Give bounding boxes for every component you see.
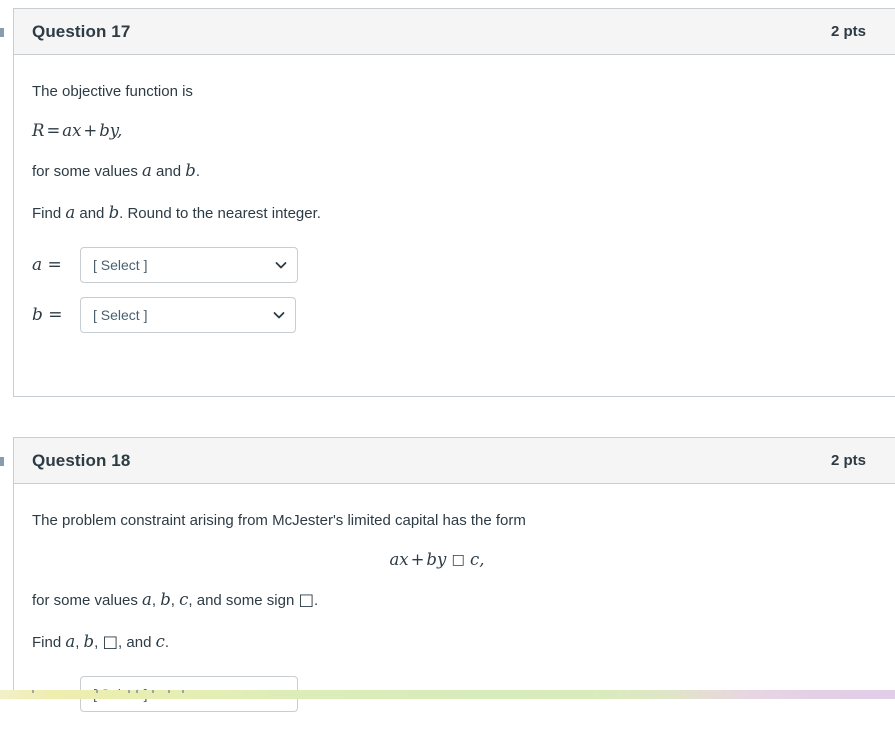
fsv-var-a: a: [142, 160, 152, 180]
question-header-18: Question 18 2 pts: [14, 438, 895, 484]
question-title: Question 17: [32, 21, 131, 41]
fsv-and: and: [151, 162, 186, 180]
find-sep-1: ,: [75, 633, 84, 651]
find-var-b: b: [108, 202, 120, 222]
answer-row-a: a = [ Select ]: [32, 246, 882, 283]
select-wrap-b[interactable]: [ Select ]: [80, 296, 296, 333]
formula-term-1: ax: [62, 120, 82, 140]
select-b[interactable]: [ Select ]: [80, 296, 296, 333]
for-some-values-text: for some values a, b, c, and some sign □…: [32, 588, 882, 612]
fsv-suffix: .: [314, 591, 319, 609]
fsv-sign-placeholder-box: □: [298, 589, 315, 609]
find-sign-placeholder-box: □: [102, 631, 119, 651]
answer-label-a: a =: [32, 255, 80, 275]
find-instruction-text: Find a and b. Round to the nearest integ…: [32, 201, 882, 225]
fsv-sep-2: ,: [170, 591, 180, 609]
formula-plus: +: [83, 120, 98, 140]
find-sep-3: , and: [118, 633, 156, 651]
bottom-bar-tick: [152, 690, 154, 693]
answer-label-b: b =: [32, 305, 80, 325]
find-prefix: Find: [32, 204, 66, 222]
fsv-var-c: c: [179, 589, 189, 609]
fsv-sep-1: ,: [151, 591, 161, 609]
question-card-17: Question 17 2 pts The objective function…: [13, 8, 895, 397]
question-intro-text: The problem constraint arising from McJe…: [32, 512, 526, 529]
formula-comma: ,: [116, 120, 123, 140]
answer-label-a-eq: =: [47, 254, 62, 275]
find-var-b: b: [83, 631, 95, 651]
question-points: 2 pts: [830, 23, 866, 40]
formula-term-1: ax: [389, 549, 409, 569]
answer-label-b-eq: =: [48, 304, 63, 325]
fsv-prefix: for some values: [32, 591, 143, 609]
fsv-var-b: b: [185, 160, 196, 180]
constraint-formula: ax + by □ c,: [32, 550, 882, 570]
select-a[interactable]: [ Select ]: [80, 246, 298, 283]
bottom-bar-tick: [32, 690, 34, 693]
find-var-c: c: [155, 631, 165, 651]
formula-term-3: c: [470, 549, 480, 569]
fsv-prefix: for some values: [32, 162, 143, 180]
find-var-a: a: [65, 202, 76, 222]
question-card-18: Question 18 2 pts The problem constraint…: [13, 437, 895, 712]
select-wrap-a[interactable]: [ Select ]: [80, 246, 298, 283]
question-body-17: The objective function is R = ax + by, for s…: [14, 55, 895, 363]
formula-lhs: R: [32, 120, 45, 140]
formula-sign-placeholder-box: □: [451, 551, 465, 568]
edge-marker-bottom: [0, 457, 4, 466]
formula-plus: +: [410, 549, 425, 569]
answer-label-a-var: a: [32, 254, 43, 275]
bottom-bar-tick: [182, 690, 184, 693]
bottom-bar-tick: [168, 690, 170, 693]
bottom-bar-tick: [96, 690, 98, 693]
fsv-var-a: a: [142, 589, 152, 609]
formula-term-2: by: [426, 549, 447, 569]
question-points: 2 pts: [830, 452, 866, 469]
bottom-gradient-bar: [0, 690, 895, 699]
find-prefix: Find: [32, 633, 66, 651]
answer-row-b: b = [ Select ]: [32, 296, 882, 333]
edge-marker-top: [0, 28, 4, 37]
question-title: Question 18: [32, 450, 131, 470]
answer-label-b-var: b: [32, 304, 43, 325]
find-var-a: a: [65, 631, 76, 651]
fsv-var-b: b: [160, 589, 171, 609]
bottom-bar-tick: [128, 690, 130, 693]
question-header-17: Question 17 2 pts: [14, 9, 895, 55]
objective-function-formula: R = ax + by,: [32, 121, 882, 141]
fsv-mid: , and some sign: [188, 591, 299, 609]
find-suffix: .: [164, 633, 169, 651]
find-instruction-text: Find a, b, □, and c.: [32, 630, 882, 654]
fsv-suffix: .: [195, 162, 200, 180]
question-body-18: The problem constraint arising from McJe…: [14, 484, 895, 742]
bottom-bar-tick: [136, 690, 138, 693]
for-some-values-text: for some values a and b.: [32, 159, 882, 183]
question-intro-text: The objective function is: [32, 83, 193, 100]
formula-comma: ,: [479, 549, 485, 569]
formula-term-2: by: [99, 120, 117, 140]
find-suffix: . Round to the nearest integer.: [119, 204, 321, 222]
find-and: and: [75, 204, 109, 222]
formula-equals: =: [46, 120, 61, 140]
